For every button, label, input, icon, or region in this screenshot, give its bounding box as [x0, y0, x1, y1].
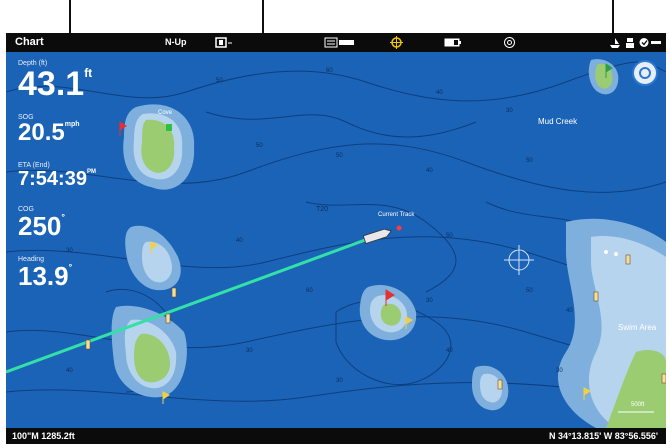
svg-text:30: 30 — [66, 248, 73, 254]
svg-text:60: 60 — [306, 288, 313, 294]
battery-icon[interactable] — [443, 36, 463, 49]
bottom-status-bar: 100"M 1285.2ft N 34°13.815' W 83°56.556' — [6, 428, 666, 444]
cog-unit: ° — [61, 212, 65, 222]
svg-text:30: 30 — [506, 108, 513, 114]
heading-value: 13.9 — [18, 261, 69, 291]
svg-text:50: 50 — [526, 288, 533, 294]
sonar-icon[interactable] — [323, 36, 357, 49]
svg-text:50: 50 — [446, 233, 453, 239]
svg-text:50: 50 — [526, 158, 533, 164]
screen-icon[interactable] — [213, 36, 235, 49]
map-label-t20: T20 — [316, 206, 329, 213]
svg-text:40: 40 — [236, 238, 243, 244]
svg-text:40: 40 — [446, 348, 453, 354]
depth-readout[interactable]: Depth (ft) 43.1ft — [18, 60, 92, 101]
cog-readout[interactable]: COG 250° — [18, 206, 65, 239]
svg-text:40: 40 — [436, 90, 443, 96]
map-label-current-track: Current Track — [378, 212, 415, 218]
map-label-mud-creek: Mud Creek — [538, 117, 578, 126]
map-label-cove: Cove — [158, 110, 173, 116]
top-status-bar: Chart N-Up — [6, 33, 666, 52]
status-icon[interactable] — [638, 36, 664, 49]
sog-value: 20.5 — [18, 119, 65, 146]
anchor-icon[interactable] — [624, 36, 636, 49]
cursor-depth-distance: 100"M 1285.2ft — [12, 431, 75, 441]
depth-unit: ft — [84, 66, 93, 80]
compass-icon[interactable] — [632, 60, 658, 86]
svg-text:40: 40 — [66, 368, 73, 374]
svg-text:50: 50 — [216, 78, 223, 84]
heading-readout[interactable]: Heading 13.9° — [18, 256, 72, 289]
target-icon[interactable] — [501, 36, 517, 49]
orientation-label[interactable]: N-Up — [165, 37, 187, 47]
svg-text:40: 40 — [566, 308, 573, 314]
sog-readout[interactable]: SOG 20.5mph — [18, 114, 80, 145]
svg-text:30: 30 — [246, 348, 253, 354]
chart-map[interactable]: 40 50 60 40 30 50 50 40 50 30 40 50 60 30 50 40 30 3… — [6, 52, 666, 428]
cursor-coordinates: N 34°13.815' W 83°56.556' — [548, 431, 658, 441]
view-title[interactable]: Chart — [15, 36, 44, 48]
sog-unit: mph — [64, 121, 80, 128]
chart-screen: Chart N-Up 40 50 60 40 30 50 50 40 50 30… — [0, 0, 670, 448]
svg-text:30: 30 — [556, 368, 563, 374]
heading-unit: ° — [68, 262, 73, 272]
svg-text:50: 50 — [256, 143, 263, 149]
cog-value: 250 — [18, 211, 62, 241]
svg-text:50: 50 — [336, 153, 343, 159]
chart-graphics: 40 50 60 40 30 50 50 40 50 30 40 50 60 30 50 40 30 3… — [6, 59, 666, 428]
gps-icon[interactable] — [388, 36, 404, 49]
eta-readout[interactable]: ETA (End) 7:54:39PM — [18, 162, 96, 189]
svg-text:30: 30 — [426, 298, 433, 304]
svg-text:60: 60 — [326, 68, 333, 74]
eta-value: 7:54:39 — [18, 168, 87, 190]
scale-label: 500ft — [631, 402, 645, 408]
svg-text:40: 40 — [426, 168, 433, 174]
eta-unit: PM — [86, 169, 96, 175]
boat-icon[interactable] — [608, 36, 622, 49]
map-label-swim-area: Swim Area — [618, 323, 657, 332]
depth-value: 43.1 — [18, 65, 85, 103]
svg-text:30: 30 — [336, 378, 343, 384]
